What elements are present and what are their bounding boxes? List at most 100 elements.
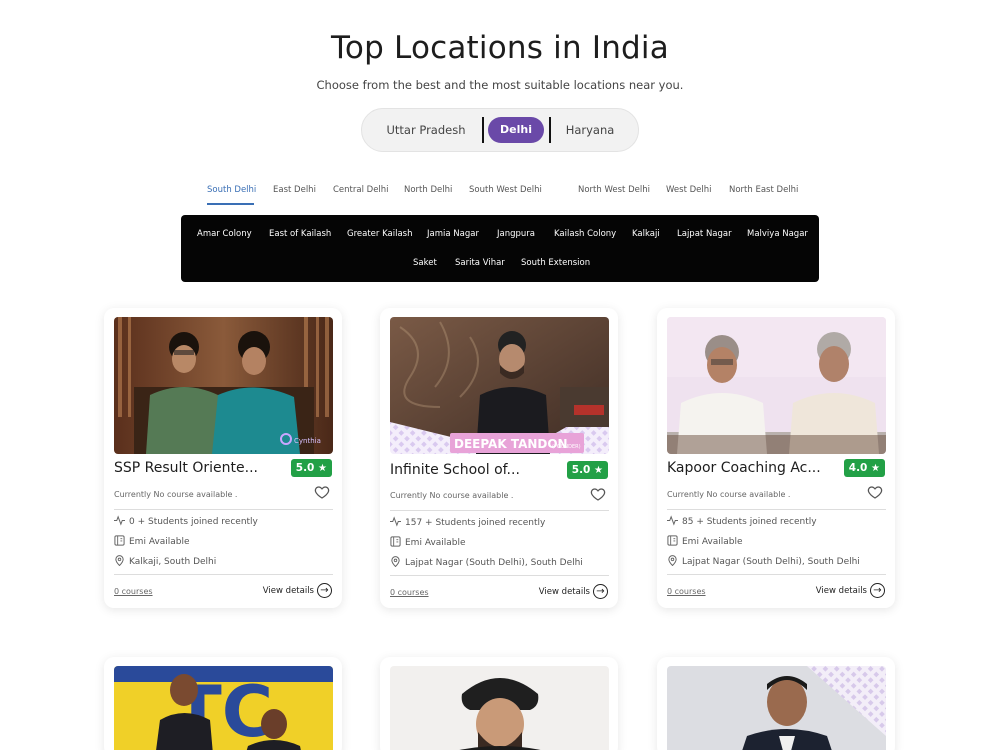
course-status: Currently No course available . bbox=[390, 491, 514, 500]
students-row: 0 + Students joined recently bbox=[114, 515, 258, 529]
location-text: Lajpat Nagar (South Delhi), South Delhi bbox=[682, 557, 860, 567]
location-pin-icon bbox=[115, 555, 124, 566]
students-text: 0 + Students joined recently bbox=[129, 517, 258, 527]
emi-icon bbox=[390, 536, 401, 547]
emi-row: Emi Available bbox=[390, 536, 466, 550]
institute-photo bbox=[667, 317, 886, 454]
location-row: Lajpat Nagar (South Delhi), South Delhi bbox=[390, 556, 583, 570]
image-watermark: Cynthia bbox=[294, 437, 321, 445]
tab-separator bbox=[482, 117, 484, 143]
institute-name[interactable]: Kapoor Coaching Ac... bbox=[667, 460, 821, 476]
area-panel: Amar Colony East of Kailash Greater Kail… bbox=[181, 215, 819, 282]
rating-value: 5.0 bbox=[295, 462, 315, 474]
district-tabs: South Delhi East Delhi Central Delhi Nor… bbox=[0, 185, 1000, 207]
courses-link[interactable]: 0 courses bbox=[390, 588, 429, 597]
students-row: 85 + Students joined recently bbox=[667, 515, 817, 529]
institute-photo bbox=[667, 666, 886, 750]
view-details-label: View details bbox=[538, 587, 590, 597]
area-item[interactable]: Kailash Colony bbox=[554, 229, 616, 239]
district-tab-south-west-delhi[interactable]: South West Delhi bbox=[469, 185, 542, 195]
institute-photo bbox=[390, 666, 609, 750]
view-details-button[interactable]: View details → bbox=[816, 583, 885, 598]
activity-icon bbox=[114, 515, 125, 526]
district-tab-east-delhi[interactable]: East Delhi bbox=[273, 185, 316, 195]
tab-separator bbox=[549, 117, 551, 143]
institute-name[interactable]: SSP Result Oriente... bbox=[114, 460, 258, 476]
location-row: Lajpat Nagar (South Delhi), South Delhi bbox=[667, 555, 860, 569]
courses-link[interactable]: 0 courses bbox=[667, 587, 706, 596]
institute-card[interactable]: Kapoor Coaching Ac... 4.0 ★ Currently No… bbox=[657, 308, 895, 608]
star-icon: ★ bbox=[871, 463, 880, 474]
state-tabs: Uttar Pradesh Delhi Haryana bbox=[361, 108, 639, 152]
emi-row: Emi Available bbox=[114, 535, 190, 549]
emi-icon bbox=[114, 535, 125, 546]
institute-card[interactable] bbox=[657, 657, 895, 750]
divider bbox=[667, 574, 886, 575]
institute-card[interactable]: TC bbox=[104, 657, 342, 750]
divider bbox=[114, 509, 333, 510]
area-item[interactable]: East of Kailash bbox=[269, 229, 331, 239]
arrow-right-icon: → bbox=[870, 583, 885, 598]
students-text: 157 + Students joined recently bbox=[405, 518, 546, 528]
star-icon: ★ bbox=[318, 463, 327, 474]
emi-text: Emi Available bbox=[405, 538, 466, 548]
emi-row: Emi Available bbox=[667, 535, 743, 549]
heart-icon[interactable] bbox=[590, 486, 606, 502]
location-text: Lajpat Nagar (South Delhi), South Delhi bbox=[405, 558, 583, 568]
location-text: Kalkaji, South Delhi bbox=[129, 557, 217, 567]
location-pin-icon bbox=[668, 555, 677, 566]
district-tab-north-delhi[interactable]: North Delhi bbox=[404, 185, 452, 195]
rating-badge: 4.0 ★ bbox=[843, 459, 885, 477]
tab-delhi[interactable]: Delhi bbox=[488, 117, 544, 143]
area-item[interactable]: South Extension bbox=[521, 258, 590, 268]
location-pin-icon bbox=[391, 556, 400, 567]
area-item[interactable]: Kalkaji bbox=[632, 229, 660, 239]
institute-photo: DEEPAK TANDON (FOUNDER) bbox=[390, 317, 609, 454]
district-tab-central-delhi[interactable]: Central Delhi bbox=[333, 185, 389, 195]
institute-card[interactable]: DEEPAK TANDON (FOUNDER) Infinite School … bbox=[380, 308, 618, 608]
institute-card[interactable]: Cynthia SSP Result Oriente... 5.0 ★ Curr… bbox=[104, 308, 342, 608]
heart-icon[interactable] bbox=[867, 484, 883, 500]
arrow-right-icon: → bbox=[593, 584, 608, 599]
area-item[interactable]: Sarita Vihar bbox=[455, 258, 505, 268]
district-tab-south-delhi[interactable]: South Delhi bbox=[207, 185, 256, 195]
emi-icon bbox=[667, 535, 678, 546]
area-item[interactable]: Jangpura bbox=[497, 229, 535, 239]
institute-name[interactable]: Infinite School of... bbox=[390, 462, 520, 478]
institute-photo: Cynthia bbox=[114, 317, 333, 454]
heart-icon[interactable] bbox=[314, 484, 330, 500]
area-item[interactable]: Lajpat Nagar bbox=[677, 229, 732, 239]
page-title: Top Locations in India bbox=[331, 30, 669, 66]
area-item[interactable]: Malviya Nagar bbox=[747, 229, 808, 239]
divider bbox=[390, 575, 609, 576]
star-icon: ★ bbox=[594, 465, 603, 476]
course-status: Currently No course available . bbox=[667, 490, 791, 499]
divider bbox=[114, 574, 333, 575]
institute-photo: TC bbox=[114, 666, 333, 750]
divider bbox=[667, 509, 886, 510]
institute-card[interactable] bbox=[380, 657, 618, 750]
activity-icon bbox=[667, 515, 678, 526]
arrow-right-icon: → bbox=[317, 583, 332, 598]
courses-link[interactable]: 0 courses bbox=[114, 587, 153, 596]
view-details-button[interactable]: View details → bbox=[263, 583, 332, 598]
students-row: 157 + Students joined recently bbox=[390, 516, 545, 530]
tab-haryana[interactable]: Haryana bbox=[558, 109, 622, 151]
rating-value: 4.0 bbox=[848, 462, 868, 474]
district-tab-north-east-delhi[interactable]: North East Delhi bbox=[729, 185, 798, 195]
emi-text: Emi Available bbox=[129, 537, 190, 547]
tab-uttar-pradesh[interactable]: Uttar Pradesh bbox=[378, 109, 474, 151]
divider bbox=[390, 510, 609, 511]
district-tab-north-west-delhi[interactable]: North West Delhi bbox=[578, 185, 650, 195]
area-item[interactable]: Saket bbox=[413, 258, 437, 268]
view-details-button[interactable]: View details → bbox=[539, 584, 608, 599]
image-banner-sub: (FOUNDER) bbox=[552, 444, 581, 450]
area-item[interactable]: Amar Colony bbox=[197, 229, 252, 239]
district-tab-west-delhi[interactable]: West Delhi bbox=[666, 185, 711, 195]
area-item[interactable]: Greater Kailash bbox=[347, 229, 412, 239]
course-status: Currently No course available . bbox=[114, 490, 238, 499]
rating-value: 5.0 bbox=[571, 464, 591, 476]
view-details-label: View details bbox=[815, 586, 867, 596]
area-item[interactable]: Jamia Nagar bbox=[427, 229, 479, 239]
page-subtitle: Choose from the best and the most suitab… bbox=[316, 78, 684, 92]
